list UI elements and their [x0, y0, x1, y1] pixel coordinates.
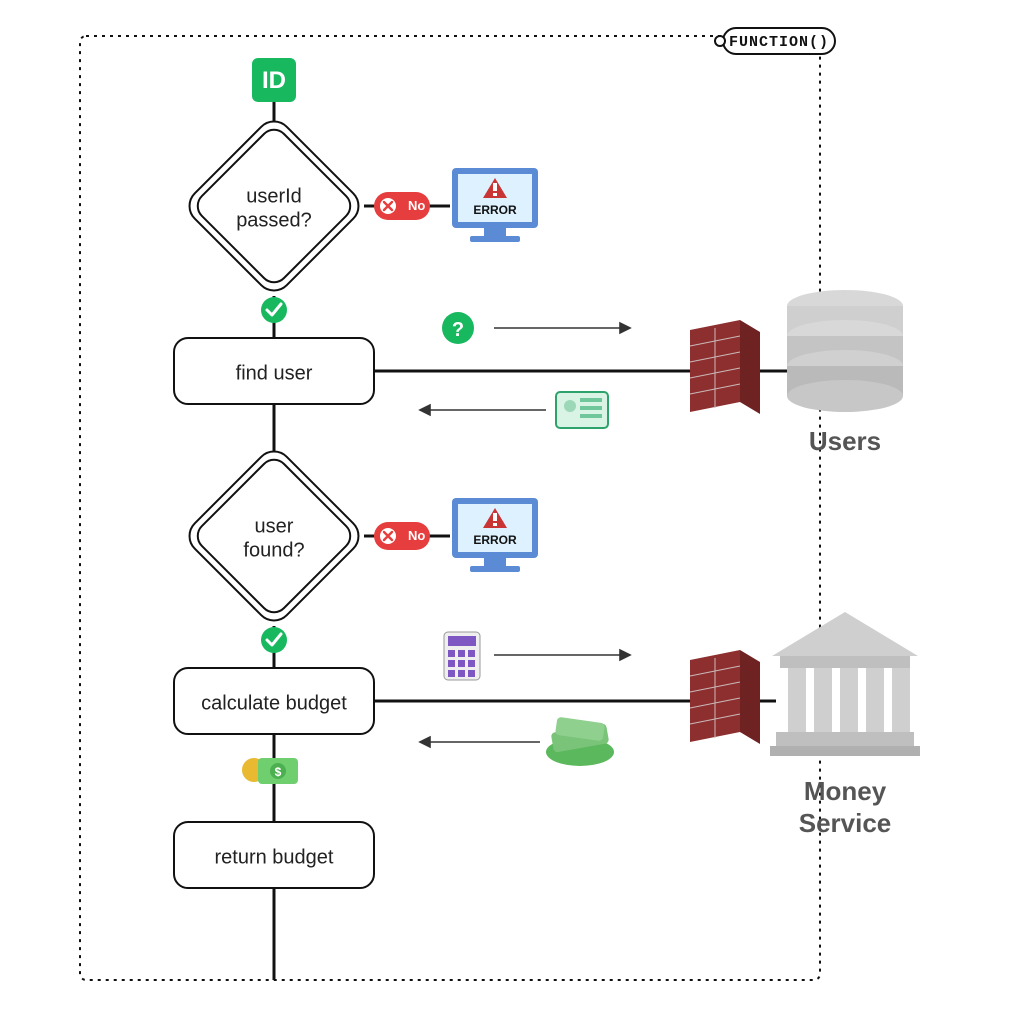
firewall-icon-1	[690, 320, 760, 414]
no-badge-2: No	[374, 522, 430, 550]
error-monitor-2: ERROR	[452, 498, 538, 572]
svg-text:ERROR: ERROR	[473, 533, 517, 547]
decision-userid-passed: userId passed?	[182, 114, 366, 298]
svg-text:found?: found?	[243, 539, 304, 561]
arrow-to-money	[494, 650, 630, 660]
users-label: Users	[809, 426, 881, 456]
svg-text:return budget: return budget	[215, 846, 334, 868]
step-return-budget: return budget	[174, 822, 374, 888]
svg-text:$: $	[275, 765, 282, 779]
svg-text:ID: ID	[262, 67, 286, 94]
yes-check-2	[261, 627, 287, 653]
firewall-icon-2	[690, 650, 760, 744]
step-calculate-budget: calculate budget	[174, 668, 374, 734]
calculator-icon	[444, 632, 480, 680]
step-find-user: find user	[174, 338, 374, 404]
database-icon	[760, 290, 903, 412]
yes-check-1	[261, 297, 287, 323]
decision-user-found: user found?	[182, 444, 366, 628]
arrow-from-users	[420, 405, 546, 415]
function-label: FUNCTION()	[715, 28, 835, 54]
svg-text:ERROR: ERROR	[473, 203, 517, 217]
arrow-from-money	[420, 737, 540, 747]
flowchart-diagram: FUNCTION() ID userId passed? No ERROR	[0, 0, 1024, 1024]
svg-text:passed?: passed?	[236, 209, 312, 231]
svg-text:user: user	[255, 515, 294, 537]
money-service-label-1: Money	[804, 776, 887, 806]
svg-text:find user: find user	[236, 362, 313, 384]
question-icon: ?	[442, 312, 474, 344]
money-icon: $	[242, 758, 298, 784]
start-id-badge: ID	[252, 58, 296, 102]
svg-text:userId: userId	[246, 185, 302, 207]
svg-text:?: ?	[452, 319, 464, 341]
no-badge-1: No	[374, 192, 430, 220]
svg-text:calculate budget: calculate budget	[201, 692, 347, 714]
money-service-label-2: Service	[799, 808, 892, 838]
id-card-icon	[556, 392, 608, 428]
no-label: No	[408, 528, 425, 543]
money-pile-icon	[546, 717, 614, 766]
arrow-to-users	[494, 323, 630, 333]
svg-text:FUNCTION(): FUNCTION()	[729, 34, 829, 51]
bank-icon	[760, 612, 920, 756]
error-monitor-1: ERROR	[452, 168, 538, 242]
no-label: No	[408, 198, 425, 213]
